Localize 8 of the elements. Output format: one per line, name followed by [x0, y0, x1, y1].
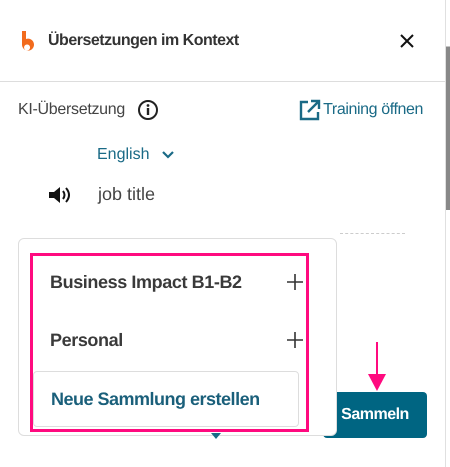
panel-title: Übersetzungen im Kontext [48, 32, 239, 50]
term-text: job title [98, 184, 156, 205]
create-collection-button[interactable]: Neue Sammlung erstellen [33, 371, 299, 427]
collection-option[interactable]: Business Impact B1-B2 [33, 253, 311, 311]
collection-option[interactable]: Personal [33, 311, 311, 369]
training-link[interactable]: Training öffnen [299, 99, 423, 121]
section-label: KI-Übersetzung [18, 101, 125, 119]
language-dropdown[interactable]: English [97, 146, 176, 164]
